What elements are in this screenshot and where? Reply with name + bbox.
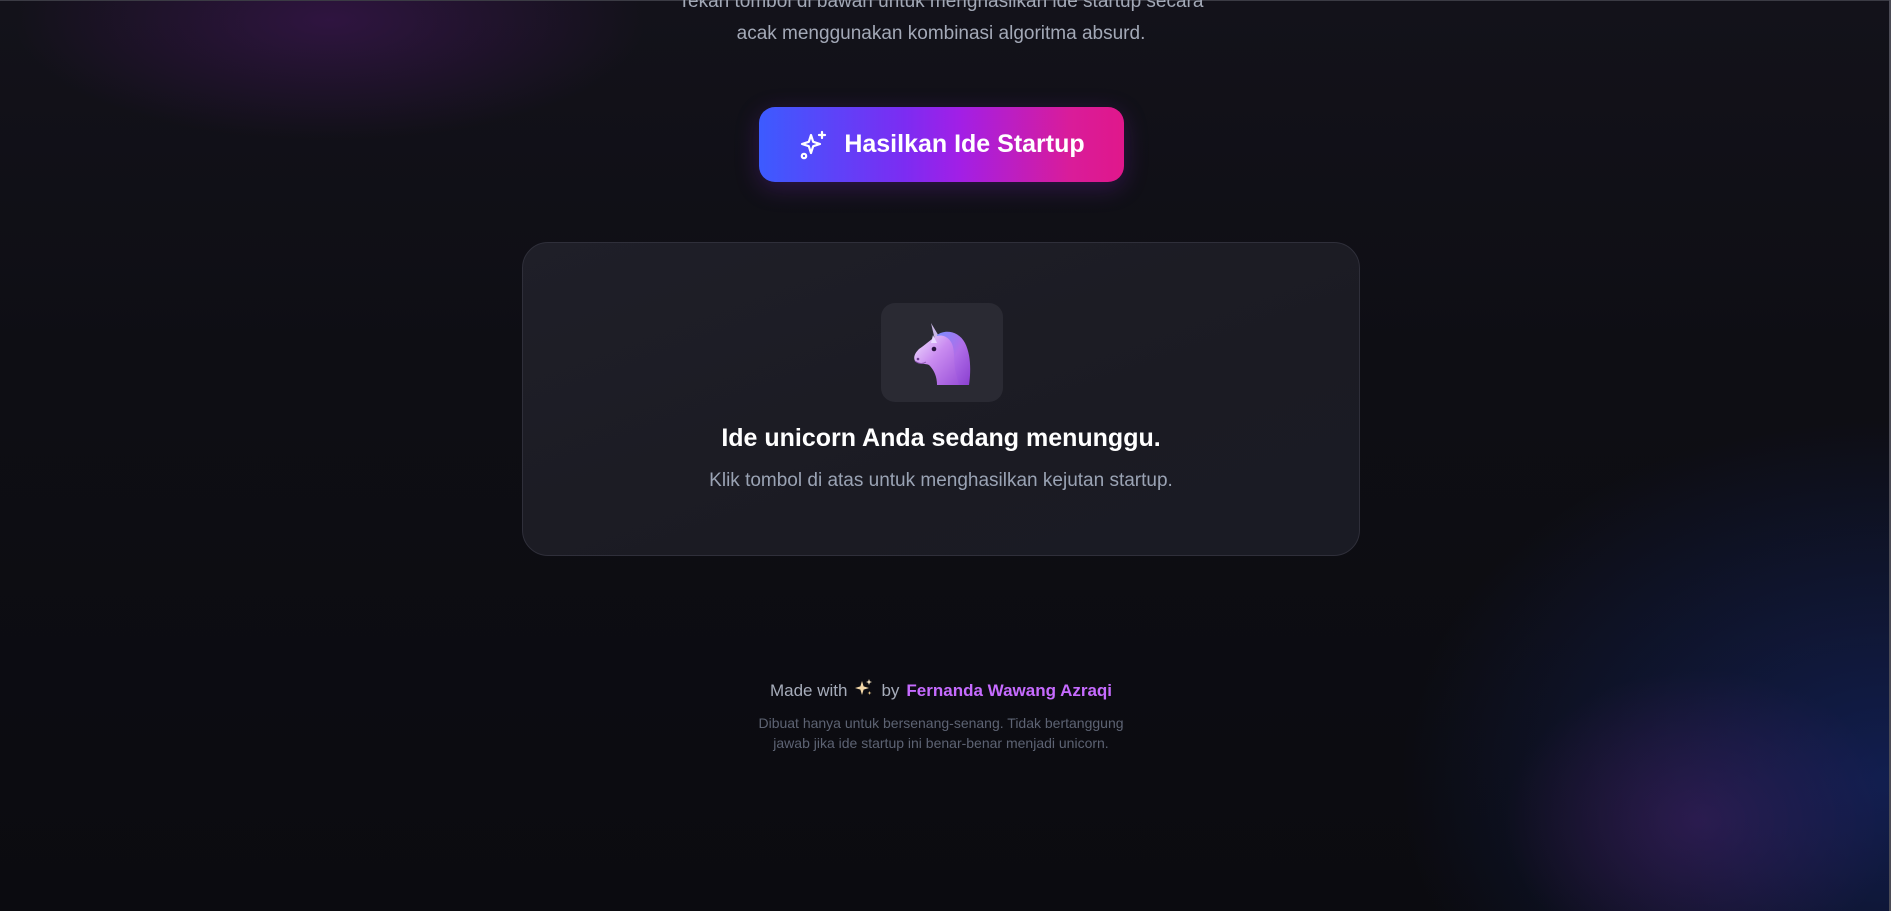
by-label: by	[881, 680, 900, 700]
made-with-label: Made with	[769, 680, 848, 700]
generate-button-label: Hasilkan Ide Startup	[844, 130, 1085, 158]
intro-line-2: acak menggunakan kombinasi algoritma abs…	[736, 23, 1146, 44]
generate-idea-button[interactable]: Hasilkan Ide Startup	[759, 107, 1124, 182]
disclaimer-line-1: Dibuat hanya untuk bersenang-senang. Tid…	[758, 715, 1124, 731]
disclaimer: Dibuat hanya untuk bersenang-senang. Tid…	[0, 713, 1882, 753]
sparkles-icon	[798, 129, 830, 161]
sparkles-emoji-icon	[854, 678, 874, 703]
card-subtitle: Klik tombol di atas untuk menghasilkan k…	[709, 470, 1173, 491]
card-title: Ide unicorn Anda sedang menunggu.	[721, 424, 1161, 452]
unicorn-icon-tile	[881, 303, 1003, 402]
unicorn-icon	[914, 323, 971, 385]
intro-text: Tekan tombol di bawah untuk menghasilkan…	[0, 0, 1882, 50]
footer-credit: Made with by Fernanda Wawang Azraqi	[0, 678, 1882, 703]
disclaimer-line-2: jawab jika ide startup ini benar-benar m…	[773, 735, 1109, 751]
intro-line-1: Tekan tombol di bawah untuk menghasilkan…	[678, 0, 1204, 12]
idea-card: Ide unicorn Anda sedang menunggu. Klik t…	[522, 242, 1360, 556]
author-link[interactable]: Fernanda Wawang Azraqi	[906, 681, 1112, 701]
